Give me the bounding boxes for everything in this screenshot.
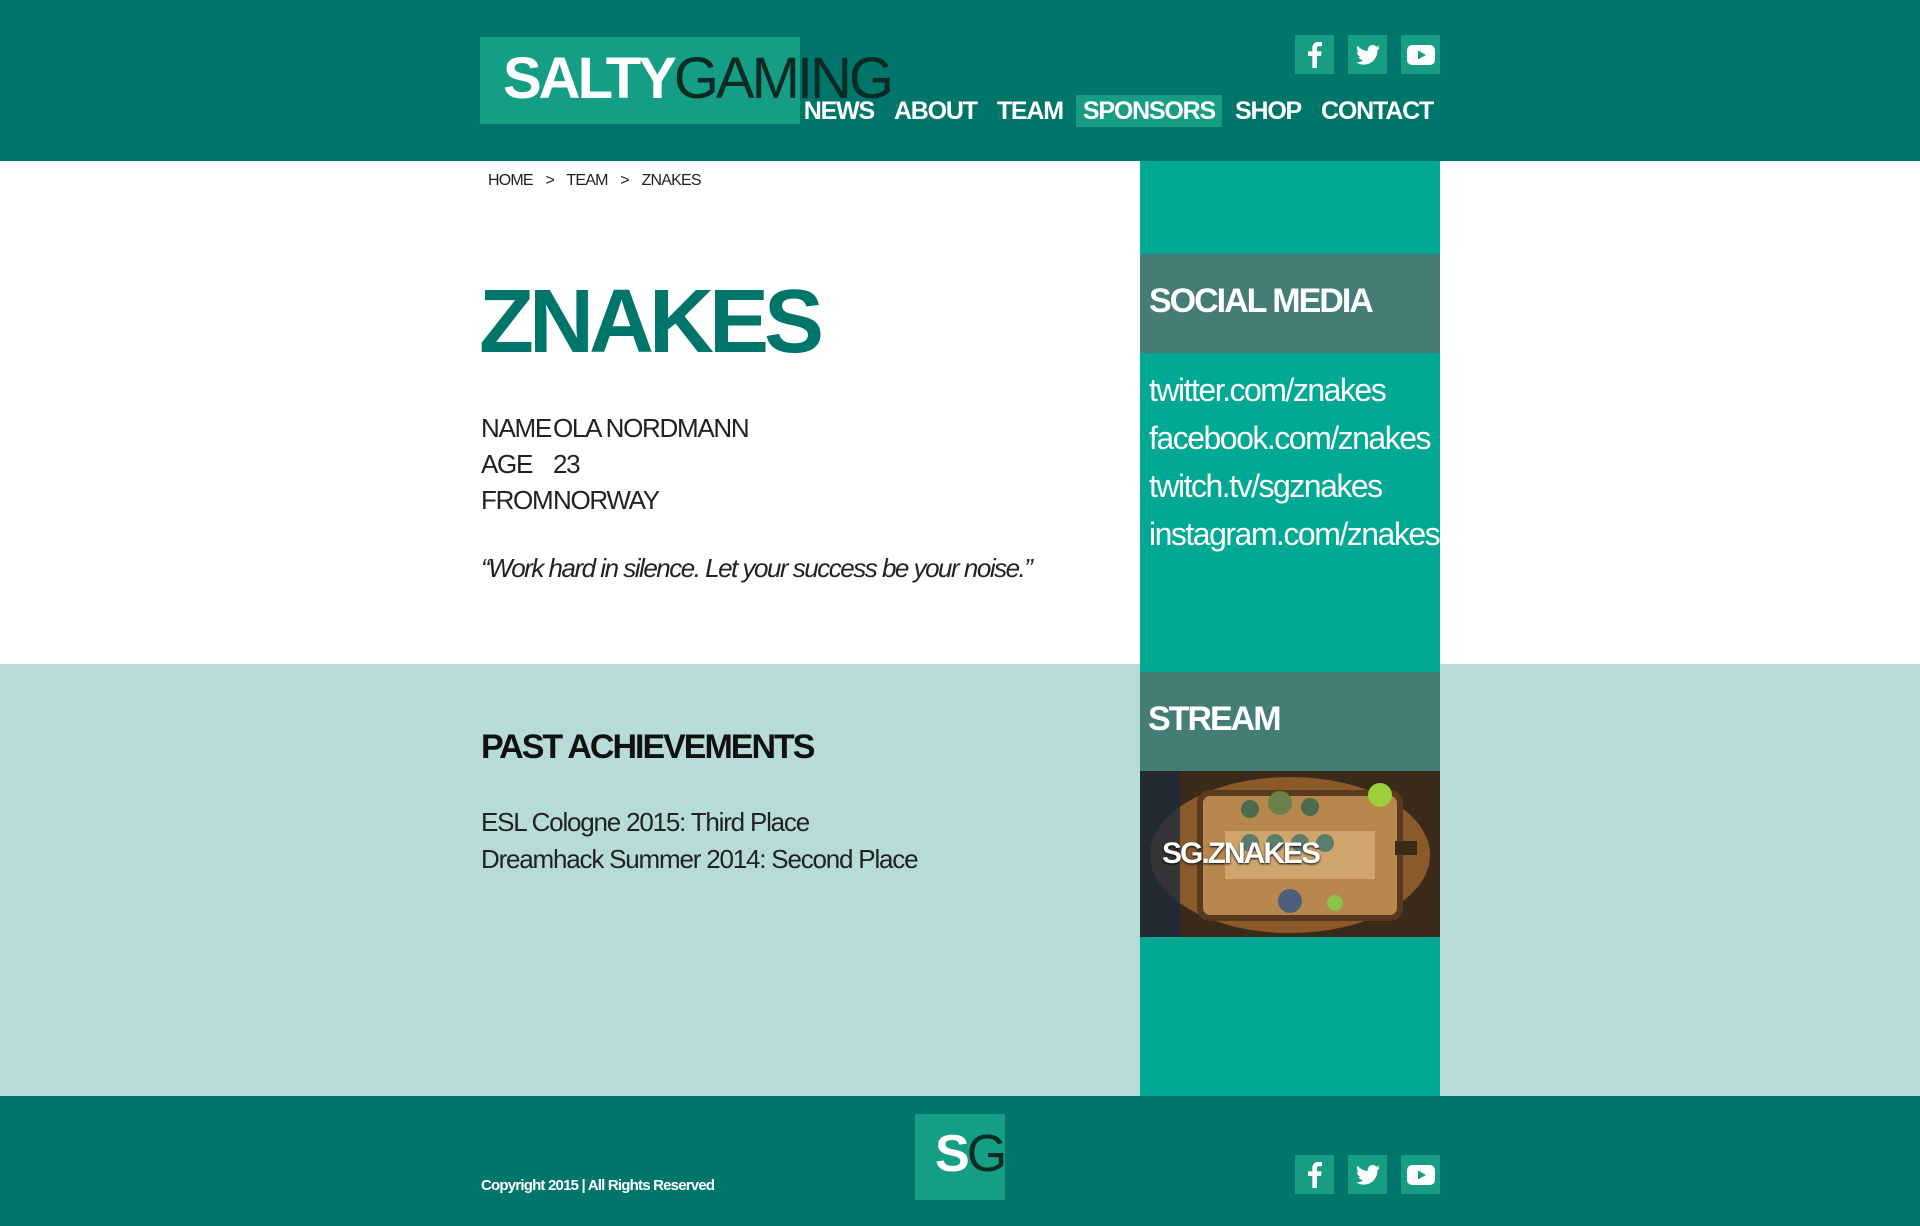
facebook-icon[interactable] [1295, 1155, 1334, 1194]
achievements-list: ESL Cologne 2015: Third Place Dreamhack … [481, 804, 919, 878]
youtube-icon[interactable] [1401, 1155, 1440, 1194]
info-label: NAME [481, 413, 552, 443]
breadcrumb-team[interactable]: TEAM [566, 172, 608, 189]
site-logo[interactable]: SALTYGAMING [480, 37, 894, 124]
social-links: twitter.com/znakes facebook.com/znakes t… [1149, 366, 1441, 558]
sidebar: SOCIAL MEDIA twitter.com/znakes facebook… [1140, 161, 1441, 1096]
achievement-item: Dreamhack Summer 2014: Second Place [481, 844, 919, 874]
stream-channel-label: SG.ZNAKES [1162, 837, 1321, 870]
social-link-twitch[interactable]: twitch.tv/sgznakes [1149, 462, 1439, 510]
info-label: AGE [481, 449, 533, 479]
stream-thumbnail[interactable]: SG.ZNAKES [1140, 771, 1440, 937]
nav-about[interactable]: ABOUT [887, 95, 984, 127]
social-media-title: SOCIAL MEDIA [1149, 282, 1374, 320]
achievements-title: PAST ACHIEVEMENTS [481, 728, 815, 766]
footer-logo-text: SG [935, 1125, 1007, 1183]
breadcrumb-separator: > [620, 172, 629, 189]
achievement-item: ESL Cologne 2015: Third Place [481, 807, 810, 837]
main-nav: NEWS ABOUT TEAM SPONSORS SHOP CONTACT [797, 95, 1440, 127]
copyright-text: Copyright 2015 | All Rights Reserved [481, 1177, 715, 1194]
twitter-icon[interactable] [1348, 35, 1387, 74]
nav-shop[interactable]: SHOP [1228, 95, 1308, 127]
header-social-icons [1295, 35, 1440, 74]
info-row-from: FROM NORWAY [481, 482, 748, 518]
nav-news[interactable]: NEWS [797, 95, 881, 127]
info-value: OLA NORDMANN [553, 413, 750, 443]
footer-logo[interactable]: SG [915, 1114, 1007, 1200]
info-label: FROM [481, 485, 554, 515]
social-media-header: SOCIAL MEDIA [1140, 254, 1440, 353]
social-link-twitter[interactable]: twitter.com/znakes [1149, 366, 1439, 414]
achievements-section: PAST ACHIEVEMENTS ESL Cologne 2015: Thir… [0, 664, 1920, 1096]
player-info: NAME OLA NORDMANN AGE 23 FROM NORWAY [481, 410, 750, 518]
page-title: ZNAKES [479, 272, 824, 372]
info-value: NORWAY [553, 485, 660, 515]
youtube-icon[interactable] [1401, 35, 1440, 74]
stream-header: STREAM [1140, 672, 1440, 771]
player-quote: “Work hard in silence. Let your success … [481, 553, 1033, 583]
breadcrumb-current: ZNAKES [641, 172, 701, 189]
info-row-name: NAME OLA NORDMANN [481, 410, 750, 446]
site-header: SALTYGAMING NEWS ABOUT TEAM SPONSORS SHO… [0, 0, 1920, 161]
twitter-icon[interactable] [1348, 1155, 1387, 1194]
site-footer: Copyright 2015 | All Rights Reserved SG [0, 1096, 1920, 1226]
info-row-age: AGE 23 [481, 446, 748, 482]
nav-team[interactable]: TEAM [990, 95, 1070, 127]
footer-social-icons [1295, 1155, 1440, 1194]
stream-title: STREAM [1148, 700, 1282, 738]
breadcrumb-separator: > [545, 172, 555, 189]
social-link-instagram[interactable]: instagram.com/znakes [1149, 510, 1441, 558]
nav-sponsors[interactable]: SPONSORS [1075, 95, 1222, 127]
breadcrumb-home[interactable]: HOME [488, 172, 534, 189]
breadcrumb: HOME > TEAM > ZNAKES [488, 172, 710, 190]
nav-contact[interactable]: CONTACT [1314, 95, 1440, 127]
info-value: 23 [553, 449, 581, 479]
social-link-facebook[interactable]: facebook.com/znakes [1149, 414, 1439, 462]
facebook-icon[interactable] [1295, 35, 1334, 74]
